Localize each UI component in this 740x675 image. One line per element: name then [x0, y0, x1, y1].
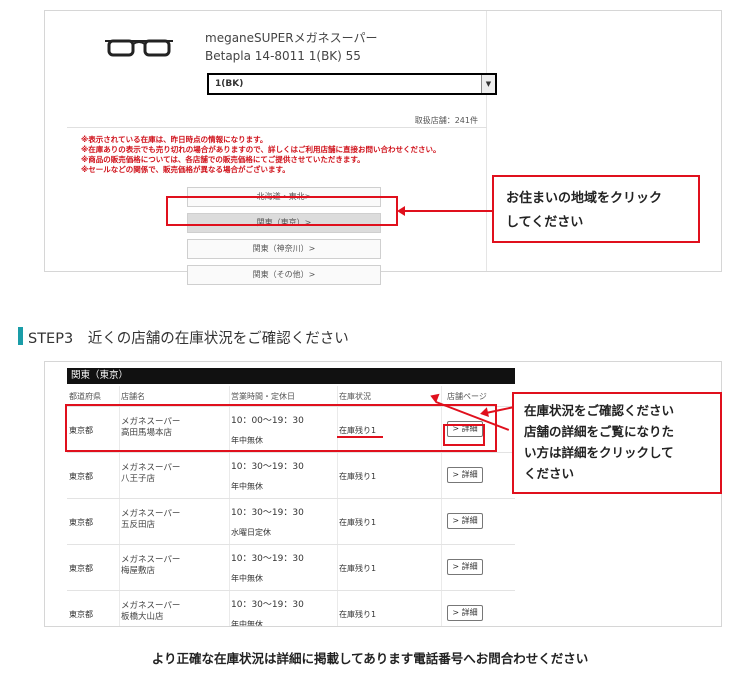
table-title: 関東（東京） — [67, 368, 515, 384]
callout-line: い方は詳細をクリックして — [524, 445, 674, 460]
column-header: 店舗ページ — [447, 392, 487, 401]
shop-brand: メガネスーパー — [121, 463, 181, 473]
region-button-kanto-other[interactable]: 関東（その他）> — [187, 265, 381, 285]
shop-name: メガネスーパー 板橋大山店 — [121, 601, 180, 623]
shop-branch: 板橋大山店 — [121, 612, 164, 622]
shop-brand: メガネスーパー — [121, 601, 181, 611]
region-button-kanto-kanagawa[interactable]: 関東（神奈川）> — [187, 239, 381, 259]
stock-status: 在庫残り1 — [339, 564, 377, 573]
product-brand: meganeSUPERメガネスーパー — [205, 31, 378, 45]
column-header: 在庫状況 — [339, 392, 371, 401]
row-highlight — [65, 404, 497, 452]
detail-button[interactable]: > 詳細 — [447, 605, 483, 621]
detail-button[interactable]: > 詳細 — [447, 513, 483, 529]
holiday: 水曜日定休 — [231, 528, 271, 537]
table-row: 東京都 メガネスーパー 八王子店 10：30〜19：30 年中無休 在庫残り1 >… — [67, 452, 515, 498]
shop-brand: メガネスーパー — [121, 509, 181, 519]
shop-name: メガネスーパー 梅屋敷店 — [121, 555, 180, 577]
holiday: 年中無休 — [231, 574, 263, 583]
callout-line: ください — [524, 466, 575, 481]
prefecture: 東京都 — [69, 564, 93, 573]
stock-notices: ※表示されている在庫は、昨日時点の情報になります。 ※在庫ありの表示でも売り切れ… — [81, 135, 441, 175]
table-header: 都道府県 店舗名 営業時間・定休日 在庫状況 店舗ページ — [67, 386, 515, 406]
notice-line: ※商品の販売価格については、各店舗での販売価格にてご提供させていただきます。 — [81, 155, 365, 164]
business-hours: 10：30〜19：30 — [231, 600, 304, 610]
column-header: 営業時間・定休日 — [231, 392, 295, 401]
shop-branch: 五反田店 — [121, 520, 156, 530]
detail-button-highlight — [443, 424, 485, 446]
color-select-value: 1(BK) — [215, 79, 244, 89]
step-accent-bar — [18, 327, 23, 345]
notice-line: ※セールなどの関係で、販売価格が異なる場合がございます。 — [81, 165, 290, 174]
region-highlight — [166, 196, 398, 226]
holiday: 年中無休 — [231, 482, 263, 491]
step-title: STEP3 近くの店舗の在庫状況をご確認ください — [28, 331, 349, 347]
chevron-down-icon[interactable]: ▼ — [481, 75, 495, 93]
glasses-icon — [105, 39, 173, 57]
business-hours: 10：30〜19：30 — [231, 508, 304, 518]
shop-name: メガネスーパー 五反田店 — [121, 509, 180, 531]
column-header: 店舗名 — [121, 392, 145, 401]
callout-line: してください — [506, 215, 584, 230]
detail-button[interactable]: > 詳細 — [447, 467, 483, 483]
stock-status: 在庫残り1 — [339, 472, 377, 481]
stock-underline — [337, 436, 383, 438]
product-stock-content: meganeSUPERメガネスーパー Betapla 14-8011 1(BK)… — [57, 11, 497, 285]
prefecture: 東京都 — [69, 610, 93, 619]
stock-status: 在庫残り1 — [339, 610, 377, 619]
arrow-line — [402, 210, 494, 212]
divider — [67, 127, 487, 128]
notice-line: ※在庫ありの表示でも売り切れの場合がありますので、詳しくはご利用店舗に直接お問い… — [81, 145, 441, 154]
prefecture: 東京都 — [69, 472, 93, 481]
product-model: Betapla 14-8011 1(BK) 55 — [205, 49, 361, 63]
table-row: 東京都 メガネスーパー 板橋大山店 10：30〜19：30 年中無休 在庫残り1 … — [67, 590, 515, 627]
column-header: 都道府県 — [69, 392, 101, 401]
callout-line: お住まいの地域をクリック — [506, 191, 663, 206]
shop-count: 取扱店舗：241件 — [414, 116, 478, 125]
footer-note: より正確な在庫状況は詳細に掲載してあります電話番号へお問合わせください — [151, 651, 589, 666]
table-row: 東京都 メガネスーパー 五反田店 10：30〜19：30 水曜日定休 在庫残り1 … — [67, 498, 515, 544]
detail-button[interactable]: > 詳細 — [447, 559, 483, 575]
prefecture: 東京都 — [69, 518, 93, 527]
holiday: 年中無休 — [231, 620, 263, 627]
color-select[interactable]: 1(BK) ▼ — [207, 73, 497, 95]
callout-line: 在庫状況をご確認ください — [524, 403, 675, 418]
shop-branch: 梅屋敷店 — [121, 566, 156, 576]
notice-line: ※表示されている在庫は、昨日時点の情報になります。 — [81, 135, 268, 144]
business-hours: 10：30〜19：30 — [231, 554, 304, 564]
detail-callout: 在庫状況をご確認ください 店舗の詳細をご覧になりた い方は詳細をクリックして く… — [512, 392, 722, 494]
stock-status: 在庫残り1 — [339, 518, 377, 527]
table-row: 東京都 メガネスーパー 梅屋敷店 10：30〜19：30 年中無休 在庫残り1 >… — [67, 544, 515, 590]
shop-name: メガネスーパー 八王子店 — [121, 463, 180, 485]
business-hours: 10：30〜19：30 — [231, 462, 304, 472]
shop-brand: メガネスーパー — [121, 555, 181, 565]
callout-line: 店舗の詳細をご覧になりた — [524, 424, 675, 439]
arrow-left-icon — [397, 206, 405, 216]
region-callout: お住まいの地域をクリック してください — [492, 175, 700, 243]
shop-branch: 八王子店 — [121, 474, 156, 484]
